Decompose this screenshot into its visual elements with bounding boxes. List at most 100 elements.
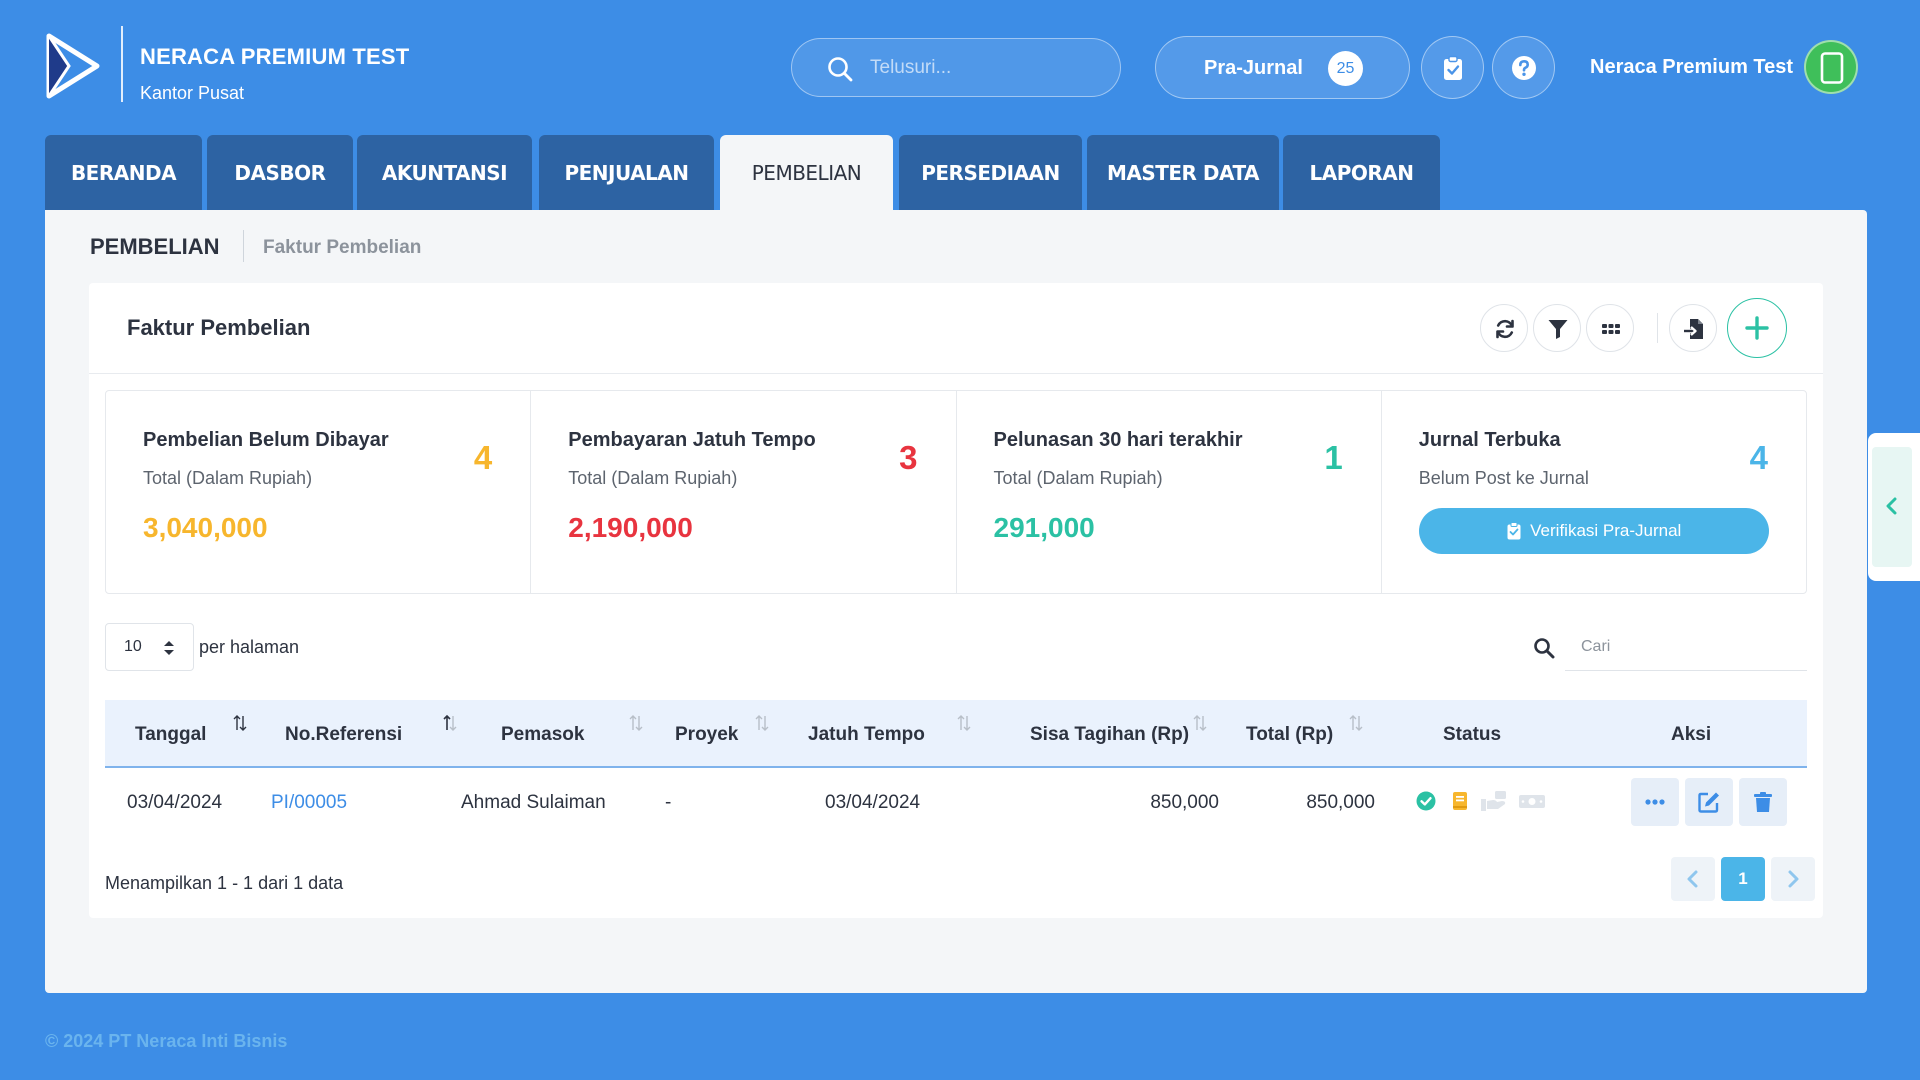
refresh-icon xyxy=(1496,319,1514,339)
column-header-status: Status xyxy=(1443,724,1502,745)
card-header-divider xyxy=(89,373,1823,374)
column-header-proyek[interactable]: Proyek xyxy=(675,724,738,746)
verify-prajurnal-button[interactable]: Verifikasi Pra-Jurnal xyxy=(1418,508,1769,554)
column-header-jatuh-tempo[interactable]: Jatuh Tempo xyxy=(808,724,925,746)
grid-view-button[interactable] xyxy=(1586,304,1634,352)
phone-icon xyxy=(1820,52,1844,84)
main-panel: PEMBELIAN Faktur Pembelian Faktur Pembel… xyxy=(45,210,1867,993)
table-header: Tanggal No.Referensi Pemasok Proyek Jatu… xyxy=(105,700,1807,768)
help-button[interactable] xyxy=(1492,36,1555,99)
cell-total: 850,000 xyxy=(1306,792,1375,813)
column-header-aksi: Aksi xyxy=(1671,724,1712,745)
plus-icon xyxy=(1745,316,1769,340)
tab-label: AKUNTANSI xyxy=(381,160,508,185)
sort-icon[interactable] xyxy=(233,714,247,732)
filter-icon xyxy=(1548,320,1568,339)
import-button[interactable] xyxy=(1669,304,1717,352)
pagination-info: Menampilkan 1 - 1 dari 1 data xyxy=(105,873,344,893)
avatar[interactable] xyxy=(1804,40,1858,94)
stat-count: 1 xyxy=(1324,439,1343,476)
sort-icon[interactable] xyxy=(1349,714,1363,732)
stat-open-journal: Jurnal Terbuka Belum Post ke Jurnal 4 Ve… xyxy=(1382,391,1806,593)
filter-button[interactable] xyxy=(1533,304,1581,352)
sort-icon[interactable] xyxy=(443,714,457,732)
refresh-button[interactable] xyxy=(1480,304,1528,352)
sort-icon[interactable] xyxy=(1193,714,1207,732)
check-circle-icon xyxy=(1416,791,1436,811)
next-page-button[interactable] xyxy=(1771,857,1815,901)
tab-master-data[interactable]: MASTER DATA xyxy=(1087,135,1279,210)
tab-akuntansi[interactable]: AKUNTANSI xyxy=(357,135,532,210)
prev-page-button[interactable] xyxy=(1671,857,1715,901)
search-icon xyxy=(1534,638,1555,659)
breadcrumb-divider xyxy=(243,230,244,262)
column-header-total[interactable]: Total (Rp) xyxy=(1246,724,1333,746)
toolbar-separator xyxy=(1657,313,1658,343)
table-search-input[interactable] xyxy=(1565,623,1807,671)
invoice-card: Faktur Pembelian Pembelian Belum Dibayar… xyxy=(89,283,1823,918)
sort-updown-icon xyxy=(164,641,174,655)
cell-jatuh-tempo: 03/04/2024 xyxy=(825,792,921,813)
question-circle-icon xyxy=(1512,56,1536,80)
breadcrumb-page: Faktur Pembelian xyxy=(263,237,422,258)
tab-penjualan[interactable]: PENJUALAN xyxy=(539,135,714,210)
per-page-select[interactable]: 10 xyxy=(105,623,194,671)
add-invoice-button[interactable] xyxy=(1727,298,1787,358)
company-branch: Kantor Pusat xyxy=(140,83,245,103)
stat-subtitle: Total (Dalam Rupiah) xyxy=(568,468,738,488)
tab-dasbor[interactable]: DASBOR xyxy=(207,135,353,210)
stat-count: 3 xyxy=(899,439,918,476)
sort-icon[interactable] xyxy=(957,714,971,732)
side-panel-toggle-inner xyxy=(1872,447,1912,567)
file-import-icon xyxy=(1684,319,1703,339)
tab-label: PEMBELIAN xyxy=(751,160,862,185)
tab-persediaan[interactable]: PERSEDIAAN xyxy=(899,135,1082,210)
column-header-tanggal[interactable]: Tanggal xyxy=(135,724,206,746)
tab-label: MASTER DATA xyxy=(1106,160,1260,185)
prajurnal-label: Pra-Jurnal xyxy=(1204,57,1303,79)
chevron-left-icon xyxy=(1886,497,1897,515)
user-name[interactable]: Neraca Premium Test xyxy=(1590,56,1793,79)
tab-label: BERANDA xyxy=(70,160,177,185)
delete-button[interactable] xyxy=(1739,778,1787,826)
tab-laporan[interactable]: LAPORAN xyxy=(1283,135,1440,210)
prajurnal-button[interactable]: Pra-Jurnal 25 xyxy=(1155,36,1410,99)
more-actions-button[interactable] xyxy=(1631,778,1679,826)
company-logo-icon[interactable] xyxy=(45,32,101,100)
global-search-input[interactable] xyxy=(870,49,1100,87)
stat-subtitle: Total (Dalam Rupiah) xyxy=(143,468,313,488)
page-1-button[interactable]: 1 xyxy=(1721,857,1765,901)
sort-icon[interactable] xyxy=(629,714,643,732)
book-icon xyxy=(1453,792,1467,810)
stat-paid-30-days[interactable]: Pelunasan 30 hari terakhir Total (Dalam … xyxy=(957,391,1382,593)
clipboard-check-button[interactable] xyxy=(1421,36,1484,99)
global-search[interactable] xyxy=(791,38,1121,97)
cell-no-referensi-link[interactable]: PI/00005 xyxy=(271,792,347,814)
stat-count: 4 xyxy=(473,439,493,476)
stat-value: 291,000 xyxy=(993,512,1095,543)
per-page-label: per halaman xyxy=(199,637,300,657)
side-panel-toggle[interactable] xyxy=(1868,433,1920,581)
tab-label: DASBOR xyxy=(234,160,326,185)
cell-proyek: - xyxy=(665,792,672,813)
clipboard-check-icon xyxy=(1507,522,1521,540)
table-row: 03/04/2024 PI/00005 Ahmad Sulaiman - 03/… xyxy=(105,768,1807,836)
cell-pemasok: Ahmad Sulaiman xyxy=(461,792,606,813)
company-name: NERACA PREMIUM TEST xyxy=(140,44,410,69)
breadcrumb-section: PEMBELIAN xyxy=(90,234,220,259)
column-header-pemasok[interactable]: Pemasok xyxy=(501,724,584,746)
tab-pembelian[interactable]: PEMBELIAN xyxy=(720,135,893,210)
edit-icon xyxy=(1698,792,1719,813)
column-header-sisa-tagihan[interactable]: Sisa Tagihan (Rp) xyxy=(1030,724,1189,746)
stat-subtitle: Belum Post ke Jurnal xyxy=(1418,468,1589,488)
stat-title: Pelunasan 30 hari terakhir xyxy=(993,429,1243,451)
stat-unpaid[interactable]: Pembelian Belum Dibayar Total (Dalam Rup… xyxy=(106,391,532,593)
stat-value: 2,190,000 xyxy=(568,512,693,543)
column-header-no-referensi[interactable]: No.Referensi xyxy=(285,724,402,746)
chevron-left-icon xyxy=(1687,870,1698,888)
stat-due[interactable]: Pembayaran Jatuh Tempo Total (Dalam Rupi… xyxy=(531,391,957,593)
tab-beranda[interactable]: BERANDA xyxy=(45,135,202,210)
edit-button[interactable] xyxy=(1685,778,1733,826)
sort-icon[interactable] xyxy=(755,714,769,732)
stat-value: 3,040,000 xyxy=(143,512,268,543)
